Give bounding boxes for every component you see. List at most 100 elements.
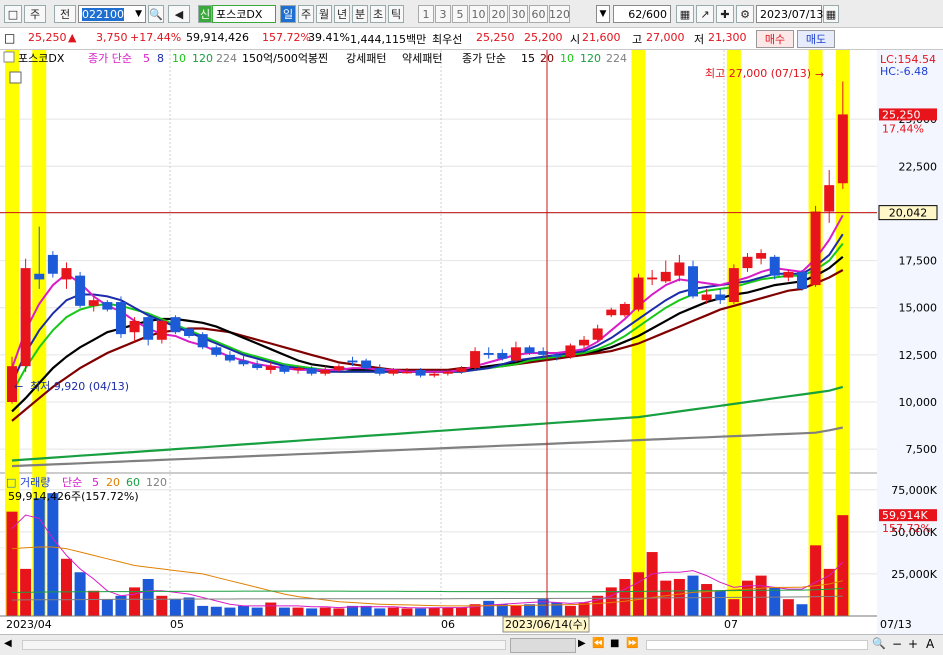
candle-body [224,354,235,361]
volume-bar [197,605,209,616]
candle-body [783,271,794,278]
volume-ma20-label: 20 [106,476,120,489]
fast-forward-icon[interactable]: ⏩ [626,638,638,649]
candle-body [824,185,835,212]
candle-body [510,347,521,361]
mode-label: 주 [29,8,41,21]
period-tab-6[interactable]: 틱 [388,5,404,23]
prev-button[interactable]: 전 [54,5,76,23]
zoom-in-icon[interactable]: + [908,637,918,651]
tick-tab-3[interactable]: 3 [435,5,451,23]
buy-button[interactable]: 매수 [756,30,794,48]
volume-bar [292,607,304,616]
period-tab-1[interactable]: 주 [298,5,314,23]
volume-bar [428,607,440,616]
x-tick-label: 07/13 [880,618,912,631]
tick-tab-5[interactable]: 5 [452,5,468,23]
signal-highlight [808,50,823,616]
price-change: 3,750 [96,31,128,44]
volume-bar [374,608,386,616]
price-chart[interactable]: 7,50010,00012,50015,00017,50020,00022,50… [0,50,943,634]
gear-icon[interactable]: ⚙ [736,5,754,23]
scroll-right-icon[interactable]: ▶ [578,638,586,649]
speaker-icon[interactable]: ◀ [168,5,190,23]
tick-tab-20[interactable]: 20 [489,5,508,23]
low-price: 21,300 [708,31,747,44]
volume-bar [401,608,413,616]
candle-icon[interactable]: ▦ [676,5,694,23]
volume-bar [483,600,495,616]
zoom-out-icon[interactable]: − [892,637,902,651]
volume-tick-label: 25,000K [891,568,937,581]
scroll-track[interactable] [22,640,506,650]
volume-tick-label: 75,000K [891,484,937,497]
window-menu-icon[interactable]: □ [4,5,22,23]
candle-body [592,328,603,340]
range-slider[interactable] [646,640,868,650]
crosshair-icon[interactable]: ✚ [716,5,734,23]
open-label: 시 [570,33,581,46]
mode-select[interactable]: 주 [24,5,46,23]
candle-body [429,373,440,376]
candle-body [497,352,508,359]
scroll-thumb[interactable] [510,638,576,653]
legend-ma15: 15 [521,52,535,65]
date-value: 2023/07/13 [760,7,824,21]
up-arrow-icon: ▲ [68,31,77,44]
chart-scroll-bar[interactable]: ◀ ▶ ⏪ ■ ⏩ 🔍 − + A [0,634,943,655]
volume-bar [238,605,250,616]
grid-toggle-icon[interactable] [9,71,22,84]
tick-tab-120[interactable]: 120 [549,5,570,23]
sell-button[interactable]: 매도 [797,30,835,48]
bid-price: 25,200 [524,31,563,44]
tick-tab-60[interactable]: 60 [529,5,548,23]
candle-body [102,302,113,310]
legend-ma20: 20 [540,52,554,65]
bar-count: 62 [628,7,643,21]
candle-body [115,302,126,335]
volume-bar [714,590,726,616]
current-price-tag-label: 25,250 [882,108,921,121]
candle-body [184,328,195,336]
bar-count-field[interactable]: 62/600 [613,5,671,23]
tick-tab-10[interactable]: 10 [469,5,488,23]
search-icon[interactable]: 🔍 [872,637,886,650]
font-size-icon[interactable]: A [926,637,934,651]
period-tab-4[interactable]: 분 [352,5,368,23]
legend-box-icon[interactable] [3,51,15,63]
rewind-icon[interactable]: ⏪ [592,638,604,649]
high-label: 고 [632,33,643,46]
stock-name-field[interactable]: 포스코DX [212,5,276,23]
search-icon[interactable]: 🔍 [148,5,164,23]
candle-body [742,256,753,269]
y-tick-label: 15,000 [899,302,938,315]
stop-icon[interactable]: ■ [610,638,619,649]
volume-bar [33,498,45,616]
period-tab-3[interactable]: 년 [334,5,350,23]
date-field[interactable]: 2023/07/13 [756,5,824,23]
turnover: 39.41% [308,31,350,44]
ask-price: 25,250 [476,31,515,44]
arrow-right-icon: → [815,68,824,81]
period-tab-5[interactable]: 초 [370,5,386,23]
prev-label: 전 [59,8,71,21]
volume-ma60-label: 60 [126,476,140,489]
legend-ma120: 120 [192,52,213,65]
zoom-icon[interactable]: ↗ [696,5,714,23]
volume-legend-icon: □ [6,476,16,489]
stock-code-input[interactable]: 022100 ▼ [78,5,146,23]
period-tab-0[interactable]: 일 [280,5,296,23]
volume-bar [88,590,100,616]
tick-tab-30[interactable]: 30 [509,5,528,23]
candle-body [211,347,222,355]
volume-bar [306,608,318,616]
chevron-down-icon[interactable]: ▼ [135,9,142,19]
legend-ma5: 5 [143,52,150,65]
scroll-left-icon[interactable]: ◀ [4,638,18,652]
calendar-icon[interactable]: ▦ [823,5,839,23]
tick-tab-1[interactable]: 1 [418,5,434,23]
candle-body [238,360,249,365]
period-tab-2[interactable]: 월 [316,5,332,23]
interval-dropdown-icon[interactable]: ▼ [596,5,610,23]
candle-body [61,268,72,280]
